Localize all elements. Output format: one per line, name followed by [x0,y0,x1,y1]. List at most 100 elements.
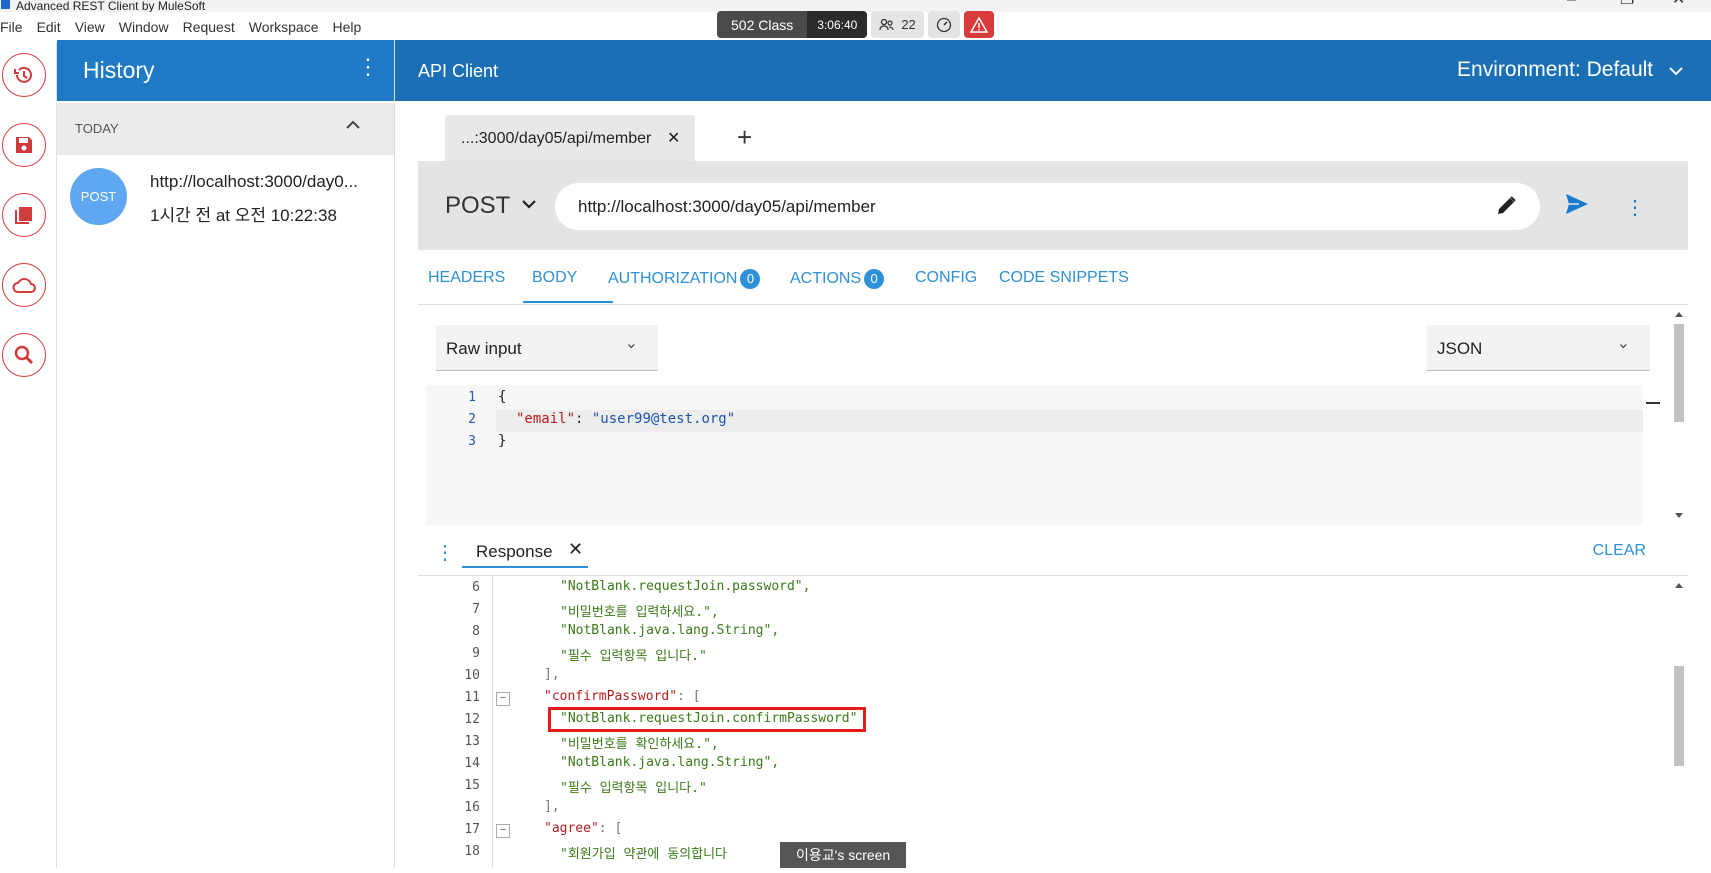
menu-window[interactable]: Window [112,14,176,40]
people-icon [879,18,894,30]
saved-nav-button[interactable] [2,123,46,167]
line-number: 18 [464,844,480,859]
line-number: 6 [472,580,480,595]
nav-rail [0,42,57,868]
participants-count: 22 [901,17,916,32]
code-line: "필수 입력항목 입니다." [560,781,707,796]
count-badge: 0 [864,269,885,289]
code-line: "NotBlank.requestJoin.password", [560,579,811,594]
history-icon [14,66,32,83]
tab-body[interactable]: BODY [532,269,577,287]
url-input[interactable]: http://localhost:3000/day05/api/member [555,183,1540,230]
gauge-icon [936,17,951,32]
history-group-today[interactable]: TODAY [57,103,394,155]
fold-toggle-icon[interactable]: − [496,692,510,706]
search-nav-button[interactable] [2,333,46,377]
response-scrollbar[interactable] [1672,578,1686,868]
history-panel: History ⋮ TODAY POST http://localhost:30… [57,40,395,868]
history-header: History ⋮ [57,40,394,101]
screen-share-label: 이용교's screen [780,842,907,868]
chevron-up-icon[interactable] [346,117,360,135]
history-group-label: TODAY [75,121,119,136]
environment-selector[interactable]: Environment: Default [1457,58,1683,82]
more-vert-icon[interactable]: ⋮ [435,540,455,565]
participants-button[interactable]: 22 [871,11,924,38]
history-item-url: http://localhost:3000/day0... [150,172,358,191]
response-code-viewer[interactable]: 6 "NotBlank.requestJoin.password", 7 "비밀… [418,576,1668,868]
menu-file[interactable]: File [0,14,30,40]
code-line: } [498,433,507,449]
history-title: History [83,57,155,83]
edit-icon[interactable] [1494,194,1518,223]
active-tab-indicator [523,301,613,303]
tab-code-snippets[interactable]: CODE SNIPPETS [999,269,1129,287]
tab-config[interactable]: CONFIG [915,269,977,287]
code-line: ], [544,799,560,814]
line-number: 14 [464,756,480,771]
line-number: 1 [468,390,476,405]
json-punct: : [ [598,821,623,836]
menu-view[interactable]: View [68,14,112,40]
fold-toggle-icon[interactable]: − [496,824,510,838]
history-nav-button[interactable] [2,53,46,97]
app-icon [1,0,10,9]
line-number: 7 [472,602,480,617]
active-tab-indicator [462,566,588,568]
chevron-down-icon[interactable] [522,193,536,214]
request-tab[interactable]: ...:3000/day05/api/member ✕ [445,115,695,161]
meeting-timer: 3:06:40 [807,11,868,38]
warning-icon [969,16,988,33]
api-client-header: API Client Environment: Default [395,40,1711,101]
request-subtabs: HEADERS BODY AUTHORIZATION 0 ACTIONS 0 CON… [418,256,1688,305]
more-vert-icon[interactable]: ⋮ [1625,195,1645,220]
restore-icon[interactable]: ❐ [1620,0,1634,8]
tab-actions[interactable]: ACTIONS 0 [790,269,885,289]
menu-help[interactable]: Help [326,14,369,40]
method-selector[interactable]: POST [445,192,510,220]
menu-edit[interactable]: Edit [30,14,68,40]
close-tab-icon[interactable]: ✕ [667,128,680,148]
menu-bar: File Edit View Window Request Workspace … [0,14,700,40]
minimize-icon[interactable]: – [1567,0,1576,8]
json-value: "user99@test.org" [591,411,736,427]
tab-headers[interactable]: HEADERS [428,269,505,287]
menu-workspace[interactable]: Workspace [242,14,326,40]
speed-button[interactable] [927,11,960,38]
line-number: 10 [464,668,480,683]
json-key: "agree" [544,821,599,836]
code-line: "필수 입력항목 입니다." [560,649,707,664]
alert-button[interactable] [963,11,994,38]
more-vert-icon[interactable]: ⋮ [357,54,379,80]
history-item-time: 1시간 전 at 오전 10:22:38 [150,206,337,225]
close-response-icon[interactable]: ✕ [568,539,583,560]
body-editor-type-select[interactable]: Raw input ⌄ [436,325,658,371]
code-line: "confirmPassword": [ [544,689,701,704]
cloud-nav-button[interactable] [2,263,46,307]
response-tab[interactable]: Response [476,542,553,562]
line-number: 2 [468,412,476,427]
tab-authorization-label: AUTHORIZATION [608,270,738,287]
search-icon [14,345,34,365]
add-tab-icon[interactable]: + [737,122,752,153]
response-header: ⋮ Response ✕ CLEAR [418,530,1688,576]
code-line: "비밀번호를 확인하세요.", [560,737,719,752]
json-punct: : [ [677,689,701,704]
tab-authorization[interactable]: AUTHORIZATION 0 [608,269,761,289]
line-number: 11 [464,690,480,705]
clear-button[interactable]: CLEAR [1593,542,1646,560]
library-nav-button[interactable] [2,193,46,237]
send-icon[interactable] [1564,192,1590,221]
close-window-icon[interactable]: ✕ [1672,0,1685,8]
content-type-select[interactable]: JSON ⌄ [1427,325,1650,371]
body-scrollbar[interactable] [1672,308,1686,526]
line-number: 13 [464,734,480,749]
code-line: { [498,389,507,405]
cloud-icon [12,278,36,293]
menu-request[interactable]: Request [176,14,242,40]
body-code-editor[interactable]: 1 2 3 { "email": "user99@test.org" } [426,385,1660,525]
window-title: Advanced REST Client by MuleSoft [16,0,206,12]
meeting-bar: 502 Class 3:06:40 22 [717,11,994,38]
meeting-label[interactable]: 502 Class [717,11,808,38]
count-badge: 0 [740,269,761,289]
environment-label: Environment: Default [1457,58,1654,81]
